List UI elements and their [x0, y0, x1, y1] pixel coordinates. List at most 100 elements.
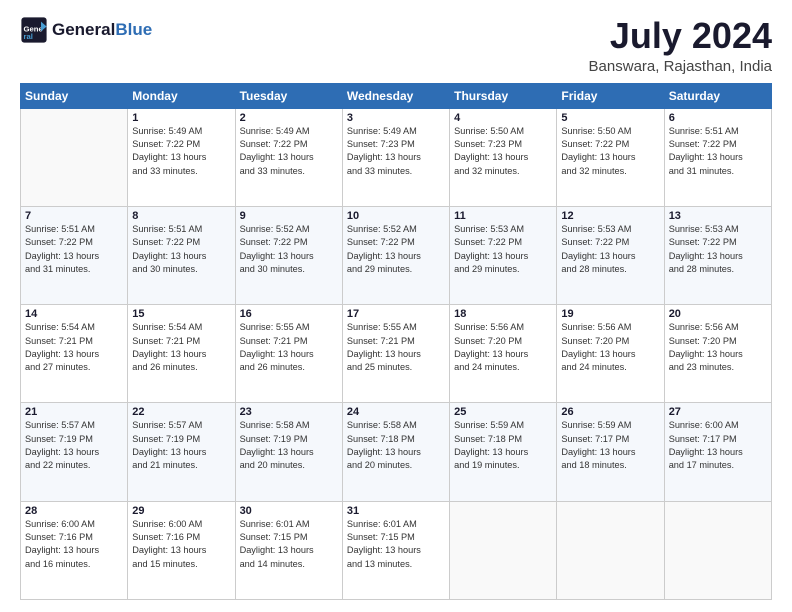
- day-info: Sunrise: 5:51 AM Sunset: 7:22 PM Dayligh…: [132, 223, 230, 276]
- calendar-week-4: 21Sunrise: 5:57 AM Sunset: 7:19 PM Dayli…: [21, 403, 772, 501]
- header: Gene ral GeneralBlue July 2024 Banswara,…: [20, 16, 772, 75]
- logo-line2: Blue: [115, 20, 152, 39]
- month-title: July 2024: [589, 16, 772, 56]
- day-info: Sunrise: 6:00 AM Sunset: 7:17 PM Dayligh…: [669, 419, 767, 472]
- day-info: Sunrise: 5:57 AM Sunset: 7:19 PM Dayligh…: [132, 419, 230, 472]
- calendar-week-3: 14Sunrise: 5:54 AM Sunset: 7:21 PM Dayli…: [21, 305, 772, 403]
- calendar-cell: 31Sunrise: 6:01 AM Sunset: 7:15 PM Dayli…: [342, 501, 449, 599]
- day-info: Sunrise: 5:51 AM Sunset: 7:22 PM Dayligh…: [669, 125, 767, 178]
- calendar-cell: 13Sunrise: 5:53 AM Sunset: 7:22 PM Dayli…: [664, 206, 771, 304]
- day-number: 28: [25, 505, 123, 517]
- calendar-cell: 26Sunrise: 5:59 AM Sunset: 7:17 PM Dayli…: [557, 403, 664, 501]
- day-info: Sunrise: 5:55 AM Sunset: 7:21 PM Dayligh…: [240, 321, 338, 374]
- day-number: 11: [454, 210, 552, 222]
- day-info: Sunrise: 5:59 AM Sunset: 7:18 PM Dayligh…: [454, 419, 552, 472]
- page: Gene ral GeneralBlue July 2024 Banswara,…: [0, 0, 792, 612]
- logo-icon: Gene ral: [20, 16, 48, 44]
- calendar-cell: 23Sunrise: 5:58 AM Sunset: 7:19 PM Dayli…: [235, 403, 342, 501]
- calendar-cell: 2Sunrise: 5:49 AM Sunset: 7:22 PM Daylig…: [235, 108, 342, 206]
- calendar-cell: 17Sunrise: 5:55 AM Sunset: 7:21 PM Dayli…: [342, 305, 449, 403]
- calendar-cell: 8Sunrise: 5:51 AM Sunset: 7:22 PM Daylig…: [128, 206, 235, 304]
- col-tuesday: Tuesday: [235, 83, 342, 108]
- calendar-cell: 19Sunrise: 5:56 AM Sunset: 7:20 PM Dayli…: [557, 305, 664, 403]
- day-number: 17: [347, 308, 445, 320]
- calendar-cell: 1Sunrise: 5:49 AM Sunset: 7:22 PM Daylig…: [128, 108, 235, 206]
- day-info: Sunrise: 6:01 AM Sunset: 7:15 PM Dayligh…: [240, 518, 338, 571]
- calendar-cell: 15Sunrise: 5:54 AM Sunset: 7:21 PM Dayli…: [128, 305, 235, 403]
- col-thursday: Thursday: [450, 83, 557, 108]
- svg-text:ral: ral: [24, 32, 33, 41]
- calendar-week-5: 28Sunrise: 6:00 AM Sunset: 7:16 PM Dayli…: [21, 501, 772, 599]
- logo-line1: General: [52, 20, 115, 39]
- day-number: 30: [240, 505, 338, 517]
- day-number: 27: [669, 406, 767, 418]
- day-number: 16: [240, 308, 338, 320]
- calendar-cell: 30Sunrise: 6:01 AM Sunset: 7:15 PM Dayli…: [235, 501, 342, 599]
- calendar-cell: 5Sunrise: 5:50 AM Sunset: 7:22 PM Daylig…: [557, 108, 664, 206]
- day-number: 3: [347, 112, 445, 124]
- calendar-cell: [21, 108, 128, 206]
- calendar-cell: 4Sunrise: 5:50 AM Sunset: 7:23 PM Daylig…: [450, 108, 557, 206]
- day-number: 10: [347, 210, 445, 222]
- day-info: Sunrise: 5:51 AM Sunset: 7:22 PM Dayligh…: [25, 223, 123, 276]
- day-info: Sunrise: 6:00 AM Sunset: 7:16 PM Dayligh…: [132, 518, 230, 571]
- calendar-cell: [557, 501, 664, 599]
- calendar-cell: 16Sunrise: 5:55 AM Sunset: 7:21 PM Dayli…: [235, 305, 342, 403]
- day-info: Sunrise: 6:01 AM Sunset: 7:15 PM Dayligh…: [347, 518, 445, 571]
- day-info: Sunrise: 6:00 AM Sunset: 7:16 PM Dayligh…: [25, 518, 123, 571]
- day-number: 14: [25, 308, 123, 320]
- col-monday: Monday: [128, 83, 235, 108]
- day-number: 4: [454, 112, 552, 124]
- calendar-header-row: Sunday Monday Tuesday Wednesday Thursday…: [21, 83, 772, 108]
- calendar-cell: 9Sunrise: 5:52 AM Sunset: 7:22 PM Daylig…: [235, 206, 342, 304]
- day-number: 19: [561, 308, 659, 320]
- day-number: 26: [561, 406, 659, 418]
- col-saturday: Saturday: [664, 83, 771, 108]
- day-info: Sunrise: 5:59 AM Sunset: 7:17 PM Dayligh…: [561, 419, 659, 472]
- calendar-cell: 18Sunrise: 5:56 AM Sunset: 7:20 PM Dayli…: [450, 305, 557, 403]
- col-wednesday: Wednesday: [342, 83, 449, 108]
- calendar-cell: 28Sunrise: 6:00 AM Sunset: 7:16 PM Dayli…: [21, 501, 128, 599]
- day-number: 21: [25, 406, 123, 418]
- calendar-cell: 11Sunrise: 5:53 AM Sunset: 7:22 PM Dayli…: [450, 206, 557, 304]
- day-info: Sunrise: 5:56 AM Sunset: 7:20 PM Dayligh…: [669, 321, 767, 374]
- calendar-week-1: 1Sunrise: 5:49 AM Sunset: 7:22 PM Daylig…: [21, 108, 772, 206]
- day-number: 13: [669, 210, 767, 222]
- day-number: 15: [132, 308, 230, 320]
- day-info: Sunrise: 5:53 AM Sunset: 7:22 PM Dayligh…: [561, 223, 659, 276]
- day-number: 6: [669, 112, 767, 124]
- day-info: Sunrise: 5:49 AM Sunset: 7:22 PM Dayligh…: [240, 125, 338, 178]
- day-number: 29: [132, 505, 230, 517]
- day-info: Sunrise: 5:57 AM Sunset: 7:19 PM Dayligh…: [25, 419, 123, 472]
- day-info: Sunrise: 5:49 AM Sunset: 7:23 PM Dayligh…: [347, 125, 445, 178]
- day-info: Sunrise: 5:54 AM Sunset: 7:21 PM Dayligh…: [132, 321, 230, 374]
- day-number: 7: [25, 210, 123, 222]
- calendar-cell: 22Sunrise: 5:57 AM Sunset: 7:19 PM Dayli…: [128, 403, 235, 501]
- calendar-cell: 24Sunrise: 5:58 AM Sunset: 7:18 PM Dayli…: [342, 403, 449, 501]
- calendar-cell: 21Sunrise: 5:57 AM Sunset: 7:19 PM Dayli…: [21, 403, 128, 501]
- col-sunday: Sunday: [21, 83, 128, 108]
- day-number: 20: [669, 308, 767, 320]
- calendar-cell: 6Sunrise: 5:51 AM Sunset: 7:22 PM Daylig…: [664, 108, 771, 206]
- calendar-cell: 25Sunrise: 5:59 AM Sunset: 7:18 PM Dayli…: [450, 403, 557, 501]
- day-number: 1: [132, 112, 230, 124]
- day-number: 18: [454, 308, 552, 320]
- day-number: 5: [561, 112, 659, 124]
- day-number: 25: [454, 406, 552, 418]
- day-number: 31: [347, 505, 445, 517]
- calendar-cell: 12Sunrise: 5:53 AM Sunset: 7:22 PM Dayli…: [557, 206, 664, 304]
- day-info: Sunrise: 5:50 AM Sunset: 7:22 PM Dayligh…: [561, 125, 659, 178]
- day-info: Sunrise: 5:50 AM Sunset: 7:23 PM Dayligh…: [454, 125, 552, 178]
- day-info: Sunrise: 5:52 AM Sunset: 7:22 PM Dayligh…: [347, 223, 445, 276]
- day-number: 8: [132, 210, 230, 222]
- day-info: Sunrise: 5:54 AM Sunset: 7:21 PM Dayligh…: [25, 321, 123, 374]
- calendar-week-2: 7Sunrise: 5:51 AM Sunset: 7:22 PM Daylig…: [21, 206, 772, 304]
- day-info: Sunrise: 5:56 AM Sunset: 7:20 PM Dayligh…: [561, 321, 659, 374]
- calendar-cell: 20Sunrise: 5:56 AM Sunset: 7:20 PM Dayli…: [664, 305, 771, 403]
- day-number: 12: [561, 210, 659, 222]
- logo: Gene ral GeneralBlue: [20, 16, 152, 44]
- calendar-cell: [664, 501, 771, 599]
- day-number: 23: [240, 406, 338, 418]
- day-info: Sunrise: 5:49 AM Sunset: 7:22 PM Dayligh…: [132, 125, 230, 178]
- title-section: July 2024 Banswara, Rajasthan, India: [589, 16, 772, 75]
